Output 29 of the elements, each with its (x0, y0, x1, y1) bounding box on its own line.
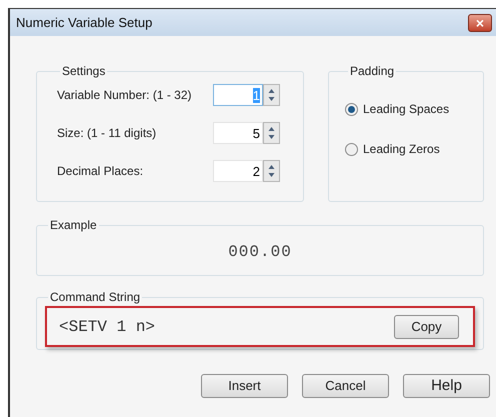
radio-label: Leading Zeros (363, 141, 440, 158)
up-arrow-icon[interactable] (268, 127, 275, 131)
spinner-control[interactable] (263, 84, 280, 106)
dialog-button[interactable]: Insert (201, 374, 288, 398)
radio-button[interactable] (345, 102, 358, 116)
command-string: <SETV 1 n> (59, 316, 156, 338)
spinner-control[interactable] (263, 160, 280, 182)
field-label: Variable Number: (1 - 32) (57, 87, 192, 104)
group-title: Padding (349, 63, 396, 80)
down-arrow-icon[interactable] (268, 97, 275, 101)
field-label: Size: (1 - 11 digits) (57, 125, 156, 142)
dialog-button[interactable]: Cancel (302, 374, 389, 398)
dialog-button[interactable]: Help (403, 374, 490, 398)
number-field[interactable]: 2 (213, 160, 263, 182)
up-arrow-icon[interactable] (268, 165, 275, 169)
spinner-control[interactable] (263, 122, 280, 144)
down-arrow-icon[interactable] (268, 173, 275, 177)
copy-button[interactable]: Copy (394, 314, 459, 338)
radio-label: Leading Spaces (363, 101, 450, 118)
radio-button[interactable] (345, 142, 358, 156)
group-title: Settings (61, 63, 106, 80)
down-arrow-icon[interactable] (268, 135, 275, 139)
group-title: Example (49, 217, 98, 234)
number-field[interactable]: 5 (213, 122, 263, 144)
up-arrow-icon[interactable] (268, 89, 275, 93)
example-value: 000.00 (228, 242, 292, 263)
group-title: Command String (49, 289, 142, 306)
field-label: Decimal Places: (57, 163, 144, 180)
window-title: Numeric Variable Setup (16, 14, 152, 32)
